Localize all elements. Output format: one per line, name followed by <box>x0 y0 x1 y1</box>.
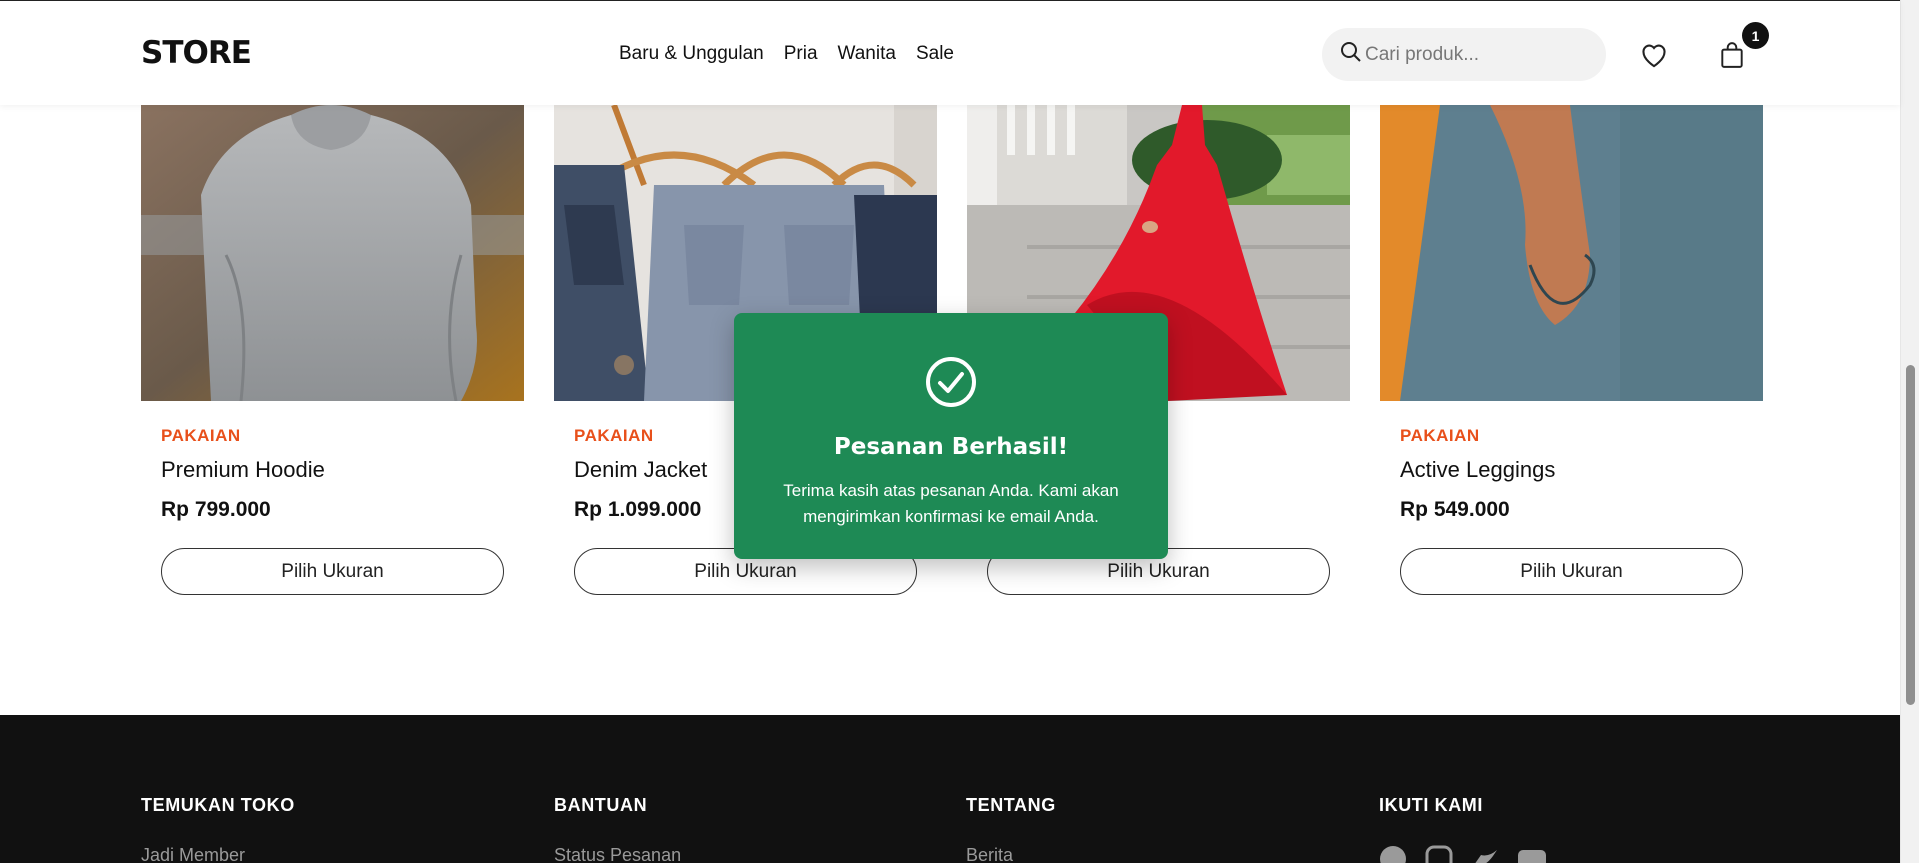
shopping-bag-icon <box>1721 42 1743 68</box>
select-size-button[interactable]: Pilih Ukuran <box>1400 548 1743 595</box>
product-category: PAKAIAN <box>574 426 654 445</box>
scrollbar-thumb[interactable] <box>1906 365 1915 705</box>
order-success-toast: Pesanan Berhasil! Terima kasih atas pesa… <box>734 313 1168 559</box>
footer-link-news[interactable]: Berita <box>966 845 1013 863</box>
cart-button[interactable] <box>1716 39 1748 71</box>
product-price: Rp 549.000 <box>1400 498 1510 521</box>
heart-icon <box>1642 44 1666 68</box>
search-bar[interactable] <box>1322 28 1606 81</box>
product-name[interactable]: Premium Hoodie <box>161 457 325 483</box>
footer-heading: IKUTI KAMI <box>1379 795 1483 815</box>
cart-count-badge: 1 <box>1742 22 1769 49</box>
product-price: Rp 1.099.000 <box>574 498 702 521</box>
instagram-icon[interactable] <box>1425 845 1453 863</box>
site-footer: TEMUKAN TOKO Jadi Member BANTUAN Status … <box>0 715 1900 863</box>
product-image[interactable] <box>1380 105 1763 401</box>
footer-column-help: BANTUAN Status Pesanan <box>554 795 681 863</box>
product-category: PAKAIAN <box>161 426 241 445</box>
page-scrollbar[interactable] <box>1900 0 1919 863</box>
youtube-icon[interactable] <box>1517 845 1546 863</box>
footer-heading: TEMUKAN TOKO <box>141 795 295 815</box>
twitter-icon[interactable] <box>1471 845 1499 863</box>
nav-women[interactable]: Wanita <box>838 43 896 65</box>
site-header: STORE Baru & Unggulan Pria Wanita Sale 1 <box>0 0 1900 105</box>
nav-new-featured[interactable]: Baru & Unggulan <box>619 43 764 65</box>
footer-column-about: TENTANG Berita <box>966 795 1056 863</box>
product-card: PAKAIAN Premium Hoodie Rp 799.000 Pilih … <box>141 105 524 595</box>
social-links <box>1379 845 1546 863</box>
store-logo[interactable]: STORE <box>141 35 252 71</box>
nav-men[interactable]: Pria <box>784 43 818 65</box>
main-nav: Baru & Unggulan Pria Wanita Sale <box>619 43 954 65</box>
product-image[interactable] <box>141 105 524 401</box>
footer-heading: TENTANG <box>966 795 1056 815</box>
toast-message: Terima kasih atas pesanan Anda. Kami aka… <box>783 481 1119 526</box>
footer-heading: BANTUAN <box>554 795 648 815</box>
product-name[interactable]: Denim Jacket <box>574 457 707 483</box>
product-price: Rp 799.000 <box>161 498 271 521</box>
search-icon <box>1339 40 1363 69</box>
select-size-button[interactable]: Pilih Ukuran <box>161 548 504 595</box>
product-card: PAKAIAN Active Leggings Rp 549.000 Pilih… <box>1380 105 1763 595</box>
footer-column-find-store: TEMUKAN TOKO Jadi Member <box>141 795 295 863</box>
footer-column-follow: IKUTI KAMI <box>1379 795 1546 863</box>
product-name[interactable]: Active Leggings <box>1400 457 1555 483</box>
check-circle-icon <box>926 357 976 407</box>
footer-link-member[interactable]: Jadi Member <box>141 845 245 863</box>
facebook-icon[interactable] <box>1379 845 1407 863</box>
search-input[interactable] <box>1365 43 1585 66</box>
product-category: PAKAIAN <box>1400 426 1480 445</box>
nav-sale[interactable]: Sale <box>916 43 954 65</box>
footer-link-order-status[interactable]: Status Pesanan <box>554 845 681 863</box>
wishlist-button[interactable] <box>1638 39 1670 71</box>
toast-title: Pesanan Berhasil! <box>833 434 1069 460</box>
